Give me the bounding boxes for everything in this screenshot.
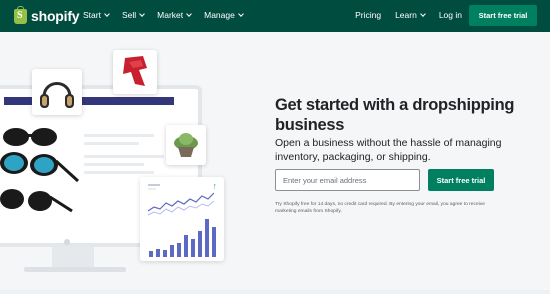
nav-item-label: Pricing	[355, 10, 382, 20]
nav-item-login[interactable]: Log in	[439, 10, 462, 20]
trial-disclaimer: Try Shopify free for 14 days, no credit …	[275, 202, 485, 214]
nav-item-learn[interactable]: Learn	[395, 10, 426, 20]
shopify-logo[interactable]: shopify	[14, 5, 80, 24]
email-input[interactable]	[275, 169, 420, 191]
placeholder-line	[84, 163, 144, 166]
chevron-down-icon	[139, 11, 145, 17]
nav-item-label: Sell	[121, 10, 137, 20]
nav-item-start[interactable]: Start	[83, 10, 110, 20]
placeholder-line	[84, 171, 154, 174]
placeholder-line	[84, 142, 139, 145]
placeholder-line	[84, 134, 154, 137]
sunglasses-image	[0, 128, 80, 213]
nav-start-free-trial-button[interactable]: Start free trial	[469, 5, 537, 26]
nav-item-label: Learn	[395, 10, 417, 20]
monitor-camera-dot	[64, 239, 70, 245]
nav-item-pricing[interactable]: Pricing	[355, 10, 381, 20]
monitor-stand-base	[24, 267, 126, 272]
nav-menu-right: Pricing Learn Log in	[355, 10, 462, 20]
chevron-down-icon	[419, 11, 426, 17]
monitor-stand	[52, 247, 94, 269]
nav-item-market[interactable]: Market	[157, 10, 192, 20]
start-free-trial-button[interactable]: Start free trial	[428, 169, 494, 191]
nav-item-label: Market	[157, 10, 184, 20]
page-bottom-edge	[0, 290, 550, 294]
nav-item-sell[interactable]: Sell	[121, 10, 145, 20]
nav-item-label: Log in	[438, 10, 462, 20]
top-navigation: shopify Start Sell Market Manage Pricing…	[0, 0, 550, 32]
analytics-chart-card: ↑	[140, 177, 224, 261]
succulent-plant-image	[166, 125, 206, 165]
red-scarf-image	[113, 50, 157, 94]
chevron-down-icon	[104, 11, 110, 17]
hero-subtitle: Open a business without the hassle of ma…	[275, 137, 502, 163]
logo-text: shopify	[31, 8, 80, 24]
nav-item-label: Manage	[204, 10, 235, 20]
chevron-down-icon	[238, 11, 244, 17]
hero-title: Get started with a dropshipping business	[275, 96, 515, 134]
nav-item-label: Start	[83, 10, 101, 20]
shopify-bag-icon	[14, 5, 27, 24]
monitor-header-bar	[4, 97, 174, 105]
chevron-down-icon	[186, 11, 192, 17]
nav-menu-left: Start Sell Market Manage	[83, 10, 244, 20]
headphones-image	[32, 69, 82, 115]
nav-item-manage[interactable]: Manage	[204, 10, 244, 20]
placeholder-line	[84, 155, 164, 158]
